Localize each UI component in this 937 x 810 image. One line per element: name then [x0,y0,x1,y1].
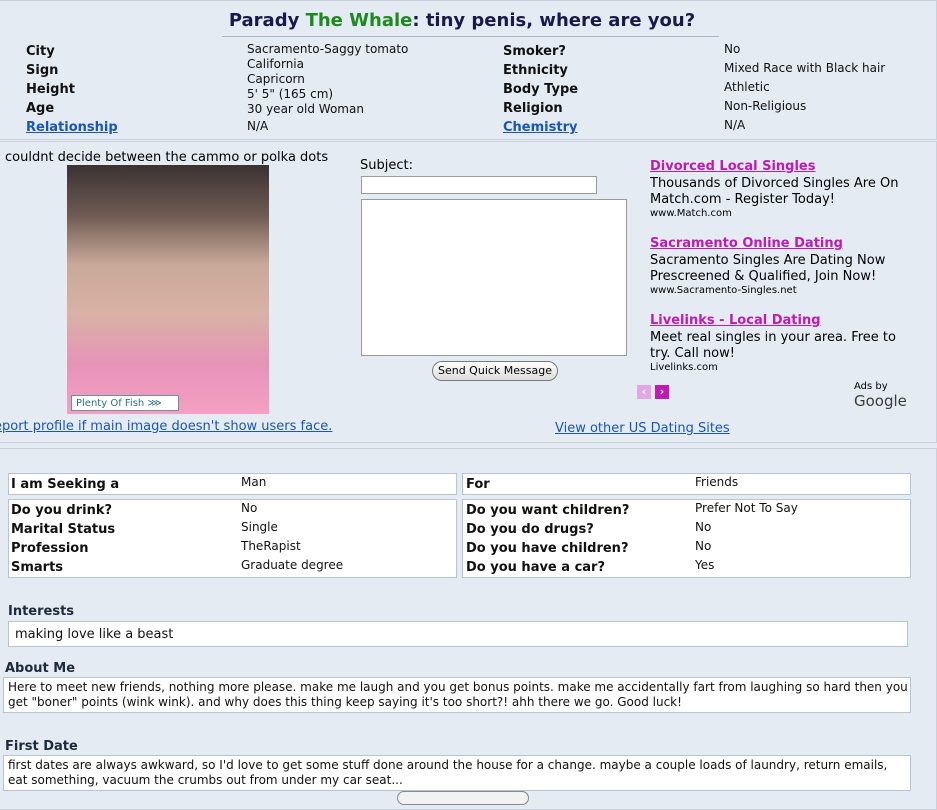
value-relationship: 30 year old Woman [247,102,364,116]
for-box [462,473,911,495]
label-smoker: Smoker? [503,44,566,59]
label-sign: Sign [26,63,59,78]
ad-2-body: Sacramento Singles Are Dating Now Prescr… [650,253,886,284]
first-date-text: first dates are always awkward, so I'd l… [8,758,888,787]
value-sign: California [247,57,304,71]
profile-title: Parady The Whale: tiny penis, where are … [228,10,696,31]
fish-icon: ⋙ [147,398,162,409]
ad-1-url[interactable]: www.Match.com [650,208,732,219]
view-other-dating-sites-link[interactable]: View other US Dating Sites [555,421,730,436]
value-height: Capricorn [247,72,305,86]
report-profile-link[interactable]: eport profile if main image doesn't show… [0,419,332,434]
value-have-car: Yes [695,558,715,572]
subject-input[interactable] [361,176,597,194]
value-religion: Non-Religious [724,99,807,113]
value-profession: TheRapist [241,539,301,553]
label-for: For [466,477,490,492]
label-ethnicity: Ethnicity [503,63,568,78]
label-city: City [26,44,55,59]
value-marital-status: Single [241,520,278,534]
value-relationship-extra: N/A [247,119,269,133]
value-ethnicity: Mixed Race with Black hair [724,61,886,75]
about-heading: About Me [5,661,76,676]
label-drugs: Do you do drugs? [466,522,594,537]
value-have-children: No [695,539,712,553]
value-drugs: No [695,520,712,534]
photo-caption: couldnt decide between the cammo or polk… [5,150,329,165]
ad-2-url[interactable]: www.Sacramento-Singles.net [650,285,797,296]
label-religion: Religion [503,101,563,116]
ad-3-title[interactable]: Livelinks - Local Dating [650,313,821,328]
value-body-type: Athletic [724,80,770,94]
value-city: Sacramento-Saggy tomato [247,42,409,56]
ad-1-title[interactable]: Divorced Local Singles [650,159,815,174]
relationship-link[interactable]: Relationship [26,120,118,135]
label-body-type: Body Type [503,82,579,97]
interests-text: making love like a beast [15,627,174,642]
value-smarts: Graduate degree [241,558,344,572]
ad-3-body: Meet real singles in your area. Free to … [650,330,896,361]
value-age: 5' 5" (165 cm) [247,87,334,101]
label-marital-status: Marital Status [11,522,116,537]
value-seeking: Man [241,475,267,489]
label-have-children: Do you have children? [466,541,629,556]
ads-next-arrow-icon[interactable]: › [655,385,669,399]
chemistry-link[interactable]: Chemistry [503,120,577,135]
label-want-children: Do you want children? [466,503,630,518]
label-height: Height [26,82,75,97]
value-want-children: Prefer Not To Say [695,501,798,515]
label-smarts: Smarts [11,560,64,575]
ad-3-url[interactable]: Livelinks.com [650,362,718,373]
subject-label: Subject: [360,158,413,173]
label-age: Age [26,101,55,116]
first-date-heading: First Date [5,739,78,754]
about-text: Here to meet new friends, nothing more p… [8,680,908,709]
partial-button-edge[interactable] [397,791,529,805]
ad-1-body: Thousands of Divorced Singles Are On Mat… [650,176,899,207]
interests-heading: Interests [8,604,75,619]
label-drink: Do you drink? [11,503,113,518]
label-seeking: I am Seeking a [11,477,120,492]
ads-prev-arrow-icon[interactable]: ‹ [637,385,651,399]
message-textarea[interactable] [361,199,627,356]
profile-photo[interactable]: Plenty Of Fish ⋙ [67,165,269,414]
send-quick-message-button[interactable]: Send Quick Message [432,361,558,381]
label-have-car: Do you have a car? [466,560,606,575]
title-divider [222,36,719,37]
value-for: Friends [695,475,739,489]
value-smoker: No [724,42,741,56]
ad-2-title[interactable]: Sacramento Online Dating [650,236,843,251]
label-profession: Profession [11,541,89,556]
ads-by-google[interactable]: Ads by Google [854,381,937,410]
value-chemistry: N/A [724,118,746,132]
plenty-of-fish-watermark: Plenty Of Fish ⋙ [71,395,179,411]
value-drink: No [241,501,258,515]
